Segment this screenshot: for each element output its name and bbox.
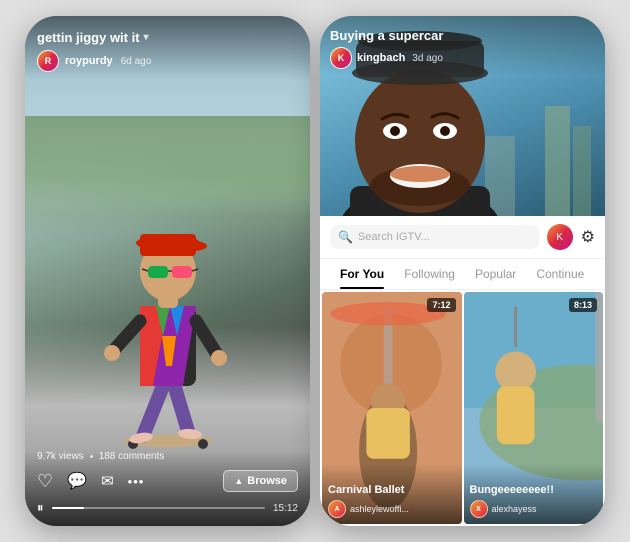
progress-fill (52, 507, 84, 509)
igtv-time-ago: 3d ago (412, 53, 443, 64)
video-user-row: R roypurdy 6d ago (37, 50, 298, 72)
pause-button[interactable]: ⏸ (37, 500, 44, 516)
duration-badge-1: 7:12 (427, 298, 455, 312)
avatar[interactable]: R (37, 50, 59, 72)
chevron-down-icon: ▾ (144, 32, 149, 43)
video-top-overlay: gettin jiggy wit it ▾ R roypurdy 6d ago (25, 16, 310, 80)
igtv-top-overlay: Buying a supercar K kingbach 3d ago (320, 16, 605, 75)
separator (90, 455, 93, 458)
left-phone: gettin jiggy wit it ▾ R roypurdy 6d ago … (25, 16, 310, 526)
share-icon[interactable]: ✉ (101, 472, 114, 490)
progress-track[interactable] (52, 507, 265, 509)
duration-label: 15:12 (273, 503, 298, 514)
igtv-search-bar: 🔍 Search IGTV... K ⚙ (320, 216, 605, 259)
action-icons: ♡ 💬 ✉ ••• (37, 471, 144, 492)
grid-item-2[interactable]: 8:13 Bungeeeeeeee!! X alexhayess (464, 292, 604, 524)
browse-button[interactable]: ▲ Browse (223, 470, 298, 492)
tab-popular[interactable]: Popular (465, 259, 526, 289)
time-ago-label: 6d ago (121, 56, 152, 67)
grid-title-1: Carnival Ballet (328, 484, 456, 496)
comment-icon[interactable]: 💬 (67, 471, 87, 491)
right-phone: Buying a supercar K kingbach 3d ago 🔍 Se… (320, 16, 605, 526)
igtv-user-row: K kingbach 3d ago (330, 47, 595, 69)
skater-figure (98, 176, 238, 456)
video-background: gettin jiggy wit it ▾ R roypurdy 6d ago … (25, 16, 310, 526)
igtv-video-title: Buying a supercar (330, 28, 595, 43)
grid-user-2: X alexhayess (470, 500, 598, 518)
grid-item-1-label: Carnival Ballet A ashleylewoffi... (322, 464, 462, 524)
search-icon: 🔍 (338, 230, 353, 244)
video-title-row: gettin jiggy wit it ▾ (37, 30, 298, 45)
grid-item-2-label: Bungeeeeeeee!! X alexhayess (464, 464, 604, 524)
video-bottom-overlay: 9.7k views 188 comments ♡ 💬 ✉ ••• ▲ Brow… (25, 451, 310, 526)
username-label: roypurdy (65, 55, 113, 67)
igtv-username: kingbach (357, 52, 405, 64)
header-icons: K ⚙ (547, 224, 595, 250)
grid-item-1[interactable]: 7:12 Carnival Ballet A ashleylewoffi... (322, 292, 462, 524)
video-grid: 7:12 Carnival Ballet A ashleylewoffi... (320, 290, 605, 526)
grid-user-1: A ashleylewoffi... (328, 500, 456, 518)
browse-label: Browse (247, 475, 287, 487)
grid-avatar-1: A (328, 500, 346, 518)
chevron-up-icon: ▲ (234, 476, 243, 486)
gear-icon[interactable]: ⚙ (581, 227, 595, 247)
duration-badge-2: 8:13 (569, 298, 597, 312)
igtv-avatar[interactable]: K (330, 47, 352, 69)
igtv-top-video: Buying a supercar K kingbach 3d ago (320, 16, 605, 216)
video-title-text: gettin jiggy wit it (37, 30, 140, 45)
tab-following[interactable]: Following (394, 259, 465, 289)
phones-container: gettin jiggy wit it ▾ R roypurdy 6d ago … (25, 16, 605, 526)
video-controls-row: ♡ 💬 ✉ ••• ▲ Browse (37, 470, 298, 492)
search-input-container[interactable]: 🔍 Search IGTV... (330, 225, 539, 249)
views-count: 9.7k views (37, 451, 84, 462)
grid-title-2: Bungeeeeeeee!! (470, 484, 598, 496)
tabs-row: For You Following Popular Continue (320, 259, 605, 290)
more-icon[interactable]: ••• (128, 474, 145, 489)
header-avatar[interactable]: K (547, 224, 573, 250)
progress-bar-row: ⏸ 15:12 (37, 500, 298, 516)
grid-username-1: ashleylewoffi... (350, 504, 409, 514)
tab-continue[interactable]: Continue (526, 259, 594, 289)
grid-username-2: alexhayess (492, 504, 537, 514)
video-stats: 9.7k views 188 comments (37, 451, 298, 462)
comments-count: 188 comments (99, 451, 165, 462)
tab-for-you[interactable]: For You (330, 259, 394, 289)
grid-avatar-2: X (470, 500, 488, 518)
like-icon[interactable]: ♡ (37, 471, 53, 492)
search-placeholder: Search IGTV... (358, 231, 430, 243)
